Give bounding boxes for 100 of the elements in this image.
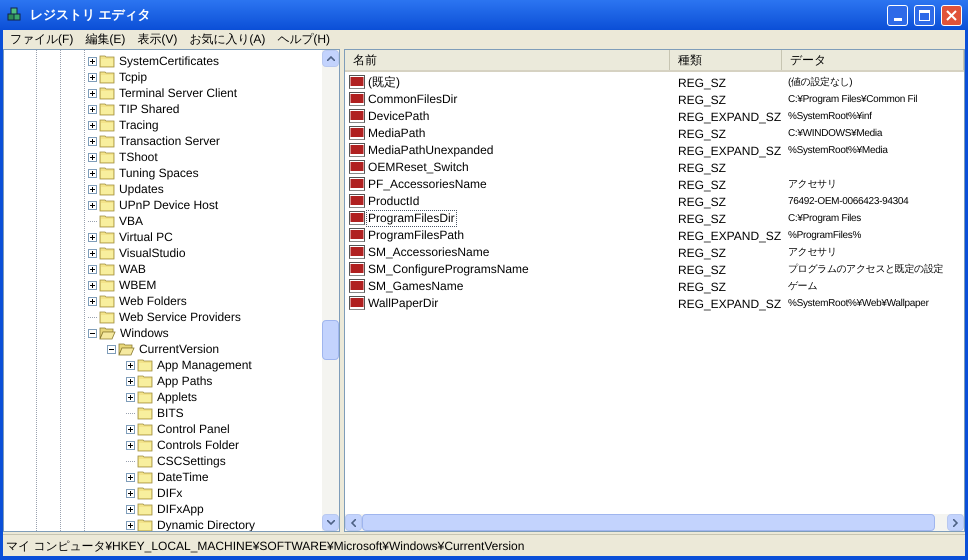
minimize-button[interactable]: [887, 4, 908, 26]
expand-icon[interactable]: [88, 184, 97, 194]
value-name[interactable]: SM_ConfigureProgramsName: [366, 261, 531, 278]
expand-icon[interactable]: [88, 56, 97, 66]
tree-item[interactable]: Virtual PC: [117, 229, 173, 245]
value-name[interactable]: PF_AccessoriesName: [366, 176, 489, 193]
value-type: REG_SZ: [677, 194, 728, 210]
string-value-icon: [349, 279, 365, 294]
tree-item[interactable]: Controls Folder: [155, 437, 240, 453]
tree-item[interactable]: Tcpip: [117, 69, 148, 85]
value-data: (値の設定なし): [788, 76, 852, 90]
menu-item[interactable]: ファイル(F): [5, 30, 78, 48]
tree-item[interactable]: SystemCertificates: [117, 53, 220, 69]
scroll-left-button[interactable]: [345, 514, 362, 531]
value-name[interactable]: SM_GamesName: [366, 278, 466, 295]
tree-item[interactable]: TShoot: [117, 149, 158, 165]
value-data: %SystemRoot%¥Media: [788, 144, 888, 158]
tree-item[interactable]: WAB: [117, 261, 146, 277]
string-value-icon: [349, 143, 365, 158]
string-value-icon: [349, 211, 365, 226]
expand-icon[interactable]: [88, 120, 97, 130]
value-name[interactable]: ProgramFilesPath: [366, 227, 466, 244]
scroll-up-button[interactable]: [322, 50, 339, 67]
column-header[interactable]: データ: [782, 50, 964, 70]
tree-item[interactable]: WBEM: [117, 277, 156, 293]
value-name[interactable]: WallPaperDir: [366, 295, 440, 312]
close-button[interactable]: [941, 4, 962, 26]
value-type: REG_SZ: [677, 244, 728, 262]
tree-item[interactable]: DIFxApp: [155, 501, 204, 517]
value-name[interactable]: CommonFilesDir: [366, 91, 460, 108]
expand-icon[interactable]: [126, 488, 135, 498]
expand-icon[interactable]: [88, 264, 97, 274]
tree-item[interactable]: DIFx: [155, 485, 182, 501]
expand-icon[interactable]: [88, 152, 97, 162]
value-name[interactable]: OEMReset_Switch: [366, 159, 471, 176]
tree-item[interactable]: VBA: [117, 213, 144, 229]
expand-icon[interactable]: [126, 440, 135, 450]
tree-item[interactable]: Web Folders: [117, 293, 187, 309]
value-data: 76492-OEM-0066423-94304: [788, 195, 908, 209]
value-type: REG_SZ: [677, 210, 728, 228]
menu-item[interactable]: 編集(E): [80, 30, 130, 48]
tree-item[interactable]: Windows: [118, 325, 169, 341]
tree-item[interactable]: App Management: [155, 357, 252, 373]
menu-item[interactable]: 表示(V): [132, 30, 182, 48]
expand-icon[interactable]: [88, 280, 97, 290]
expand-icon[interactable]: [88, 232, 97, 242]
collapse-icon[interactable]: [88, 328, 97, 338]
tree-item[interactable]: DateTime: [155, 469, 209, 485]
tree-item[interactable]: UPnP Device Host: [117, 197, 218, 213]
tree-item[interactable]: App Paths: [155, 373, 212, 389]
value-data: %SystemRoot%¥inf: [788, 110, 872, 124]
expand-icon[interactable]: [88, 168, 97, 178]
expand-icon[interactable]: [88, 136, 97, 146]
tree-item[interactable]: Web Service Providers: [117, 309, 241, 325]
expand-icon[interactable]: [88, 296, 97, 306]
scroll-thumb[interactable]: [322, 320, 339, 360]
tree-item[interactable]: Terminal Server Client: [117, 85, 238, 101]
expand-icon[interactable]: [88, 88, 97, 98]
tree-item[interactable]: CurrentVersion: [137, 341, 220, 357]
expand-icon[interactable]: [126, 376, 135, 386]
string-value-icon: [349, 194, 365, 209]
value-name[interactable]: ProductId: [366, 193, 422, 210]
tree-item[interactable]: BITS: [155, 405, 184, 421]
expand-icon[interactable]: [88, 248, 97, 258]
expand-icon[interactable]: [126, 504, 135, 514]
maximize-button[interactable]: [914, 4, 935, 26]
expand-icon[interactable]: [126, 392, 135, 402]
expand-icon[interactable]: [88, 104, 97, 114]
scroll-thumb[interactable]: [362, 514, 935, 531]
value-name[interactable]: DevicePath: [366, 108, 432, 125]
expand-icon[interactable]: [88, 72, 97, 82]
value-name[interactable]: MediaPath: [366, 125, 428, 142]
tree-item[interactable]: Transaction Server: [117, 133, 220, 149]
scroll-down-button[interactable]: [322, 514, 339, 531]
tree-item[interactable]: VisualStudio: [117, 245, 186, 261]
value-type: REG_SZ: [677, 160, 728, 176]
column-header[interactable]: 名前: [345, 50, 670, 70]
tree-item[interactable]: Updates: [117, 181, 164, 197]
value-type: REG_SZ: [677, 278, 728, 296]
menu-item[interactable]: ヘルプ(H): [272, 30, 335, 48]
value-name[interactable]: SM_AccessoriesName: [366, 244, 492, 261]
menu-item[interactable]: お気に入り(A): [184, 30, 270, 48]
tree-item[interactable]: Control Panel: [155, 421, 230, 437]
tree-item[interactable]: Applets: [155, 389, 198, 405]
expand-icon[interactable]: [126, 520, 135, 530]
scroll-right-button[interactable]: [947, 514, 964, 531]
expand-icon[interactable]: [88, 200, 97, 210]
minimize-icon: [894, 18, 902, 20]
tree-item[interactable]: Tuning Spaces: [117, 165, 199, 181]
expand-icon[interactable]: [126, 360, 135, 370]
expand-icon[interactable]: [126, 424, 135, 434]
tree-item[interactable]: Tracing: [117, 117, 159, 133]
tree-item[interactable]: TIP Shared: [117, 101, 180, 117]
collapse-icon[interactable]: [107, 344, 116, 354]
expand-icon[interactable]: [126, 472, 135, 482]
column-header[interactable]: 種類: [670, 50, 782, 70]
value-name[interactable]: (既定): [366, 74, 402, 91]
tree-item[interactable]: CSCSettings: [155, 453, 226, 469]
value-name[interactable]: MediaPathUnexpanded: [366, 142, 496, 159]
value-name[interactable]: ProgramFilesDir: [366, 210, 457, 227]
